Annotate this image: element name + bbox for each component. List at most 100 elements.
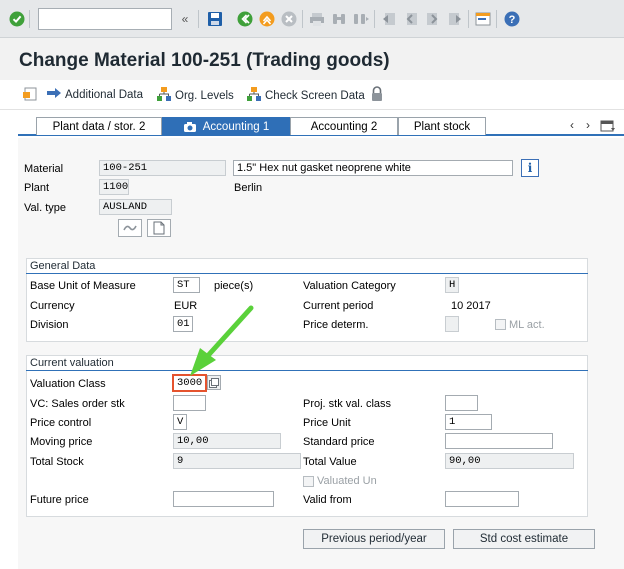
find-icon[interactable] <box>330 10 348 28</box>
previous-period-button[interactable]: Previous period/year <box>303 529 445 549</box>
valuation-class-label: Valuation Class <box>30 378 106 390</box>
tab-label: Plant data / stor. 2 <box>52 120 146 133</box>
valid-from-field[interactable] <box>445 491 519 507</box>
vc-sales-order-label: VC: Sales order stk <box>30 398 125 410</box>
ml-act-checkbox[interactable] <box>495 319 506 330</box>
standard-price-field[interactable] <box>445 433 553 449</box>
help-icon[interactable]: ? <box>503 10 521 28</box>
save-icon[interactable] <box>206 10 224 28</box>
check-screen-data-button[interactable]: Check Screen Data <box>246 86 365 105</box>
check-screen-data-label: Check Screen Data <box>265 89 365 102</box>
valuation-category-label: Valuation Category <box>303 280 396 292</box>
current-period-label: Current period <box>303 300 374 312</box>
tab-label: Accounting 1 <box>202 121 270 133</box>
material-field: 100-251 <box>99 160 226 176</box>
price-unit-field[interactable]: 1 <box>445 414 492 430</box>
proj-stock-field[interactable] <box>445 395 478 411</box>
select-views-icon <box>22 86 38 105</box>
material-description-field[interactable]: 1.5" Hex nut gasket neoprene white <box>233 160 513 176</box>
document-icon <box>153 221 165 235</box>
info-icon[interactable]: i <box>521 159 539 177</box>
group-separator <box>26 370 588 371</box>
general-data-title: General Data <box>30 260 96 272</box>
new-session-icon[interactable] <box>474 10 492 28</box>
last-page-icon[interactable] <box>446 10 464 28</box>
tab-list-icon[interactable] <box>600 119 616 136</box>
tab-scroll-right-icon[interactable]: › <box>586 118 590 132</box>
org-levels-button[interactable]: Org. Levels <box>156 86 234 105</box>
arrow-right-icon <box>46 86 62 103</box>
price-determination-label: Price determ. <box>303 319 369 331</box>
moving-price-field: 10,00 <box>173 433 281 449</box>
camera-icon <box>183 121 197 133</box>
future-price-field[interactable] <box>173 491 274 507</box>
print-icon[interactable] <box>308 10 326 28</box>
toolbar-separator <box>496 10 497 28</box>
tab-plant-stock[interactable]: Plant stock <box>398 117 486 135</box>
lock-button[interactable] <box>370 86 384 105</box>
ml-act-label: ML act. <box>509 319 545 331</box>
check-data-icon <box>246 86 262 105</box>
exit-icon[interactable] <box>258 10 276 28</box>
next-page-icon[interactable] <box>424 10 442 28</box>
lock-icon <box>370 86 384 105</box>
current-period-value: 10 2017 <box>451 300 491 312</box>
find-next-icon[interactable] <box>352 10 370 28</box>
toolbar-separator <box>198 10 199 28</box>
chevron-double-left-icon[interactable]: « <box>176 10 194 28</box>
future-price-label: Future price <box>30 494 89 506</box>
toolbar-separator <box>302 10 303 28</box>
material-label: Material <box>24 163 64 175</box>
tab-label: Accounting 2 <box>310 120 378 133</box>
price-control-field[interactable]: V <box>173 414 187 430</box>
tab-plant-data-stor-2[interactable]: Plant data / stor. 2 <box>36 117 162 135</box>
previous-period-label: Previous period/year <box>321 533 427 545</box>
valuated-un-checkbox[interactable] <box>303 476 314 487</box>
back-icon[interactable] <box>236 10 254 28</box>
command-field[interactable] <box>38 8 172 30</box>
moving-price-label: Moving price <box>30 436 93 448</box>
standard-price-label: Standard price <box>303 436 375 448</box>
valuation-category-field: H <box>445 277 459 293</box>
document-button[interactable] <box>147 219 171 237</box>
chain-icon <box>123 225 137 231</box>
current-valuation-title: Current valuation <box>30 357 114 369</box>
currency-label: Currency <box>30 300 75 312</box>
valid-from-label: Valid from <box>303 494 352 506</box>
valuation-settings-button[interactable] <box>118 219 142 237</box>
tab-accounting-1[interactable]: Accounting 1 <box>162 117 290 136</box>
valuated-un-label: Valuated Un <box>317 475 377 487</box>
page-title: Change Material 100-251 (Trading goods) <box>19 50 390 71</box>
std-cost-estimate-label: Std cost estimate <box>479 533 569 545</box>
base-uom-label: Base Unit of Measure <box>30 280 136 292</box>
cancel-icon[interactable] <box>280 10 298 28</box>
valuation-type-field: AUSLAND <box>99 199 172 215</box>
price-control-label: Price control <box>30 417 92 429</box>
proj-stock-label: Proj. stk val. class <box>303 398 392 410</box>
annotation-arrow <box>190 305 254 376</box>
total-stock-label: Total Stock <box>30 456 84 468</box>
group-separator <box>26 273 588 274</box>
org-levels-label: Org. Levels <box>175 89 234 102</box>
toolbar-separator <box>374 10 375 28</box>
total-stock-field: 9 <box>173 453 301 469</box>
tab-accounting-2[interactable]: Accounting 2 <box>290 117 398 135</box>
toolbar-separator <box>29 10 30 28</box>
base-uom-field[interactable]: ST <box>173 277 200 293</box>
enter-icon[interactable] <box>8 10 26 28</box>
plant-name: Berlin <box>234 182 263 194</box>
svg-text:?: ? <box>509 14 516 26</box>
select-views-button[interactable] <box>22 86 38 105</box>
additional-data-button[interactable]: Additional Data <box>46 86 143 103</box>
vc-sales-order-field[interactable] <box>173 395 206 411</box>
first-page-icon[interactable] <box>380 10 398 28</box>
prev-page-icon[interactable] <box>402 10 420 28</box>
std-cost-estimate-button[interactable]: Std cost estimate <box>453 529 595 549</box>
tab-label: Plant stock <box>413 120 471 133</box>
plant-field: 1100 <box>99 179 129 195</box>
tab-scroll-left-icon[interactable]: ‹ <box>570 118 574 132</box>
toolbar-separator <box>468 10 469 28</box>
valuation-type-label: Val. type <box>24 202 66 214</box>
base-uom-text: piece(s) <box>214 280 254 292</box>
total-value-field: 90,00 <box>445 453 574 469</box>
